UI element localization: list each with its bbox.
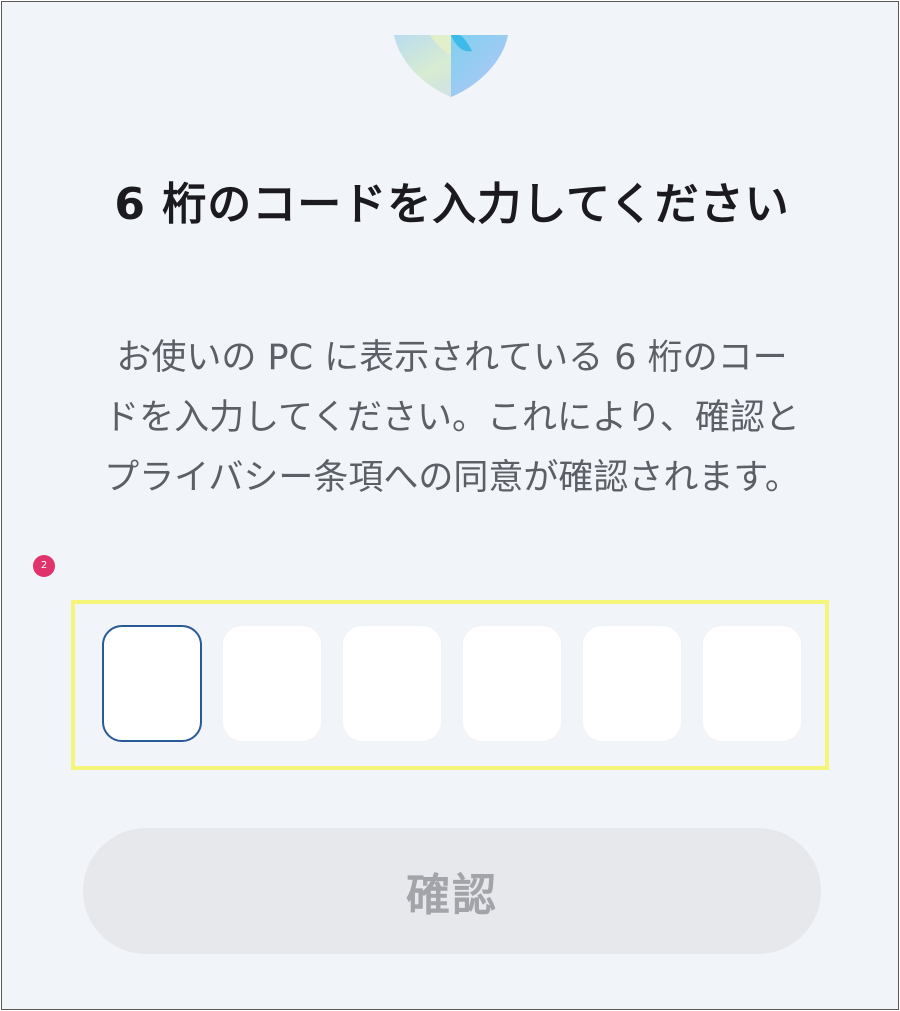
confirm-button-label: 確認	[406, 870, 498, 921]
shield-logo-icon	[394, 35, 508, 97]
code-input-group	[102, 625, 802, 742]
code-digit-3[interactable]	[342, 625, 442, 742]
code-digit-6[interactable]	[702, 625, 802, 742]
instruction-text: お使いの PC に表示されている 6 桁のコードを入力してください。これにより、…	[104, 338, 800, 498]
step-badge: 2	[33, 555, 55, 577]
code-digit-2[interactable]	[222, 625, 322, 742]
code-digit-4[interactable]	[462, 625, 562, 742]
verification-screen: 6 桁のコードを入力してください お使いの PC に表示されている 6 桁のコー…	[1, 1, 899, 1010]
code-digit-5[interactable]	[582, 625, 682, 742]
confirm-button[interactable]: 確認	[83, 828, 821, 954]
page-title: 6 桁のコードを入力してください	[114, 179, 790, 230]
code-digit-1[interactable]	[102, 625, 202, 742]
